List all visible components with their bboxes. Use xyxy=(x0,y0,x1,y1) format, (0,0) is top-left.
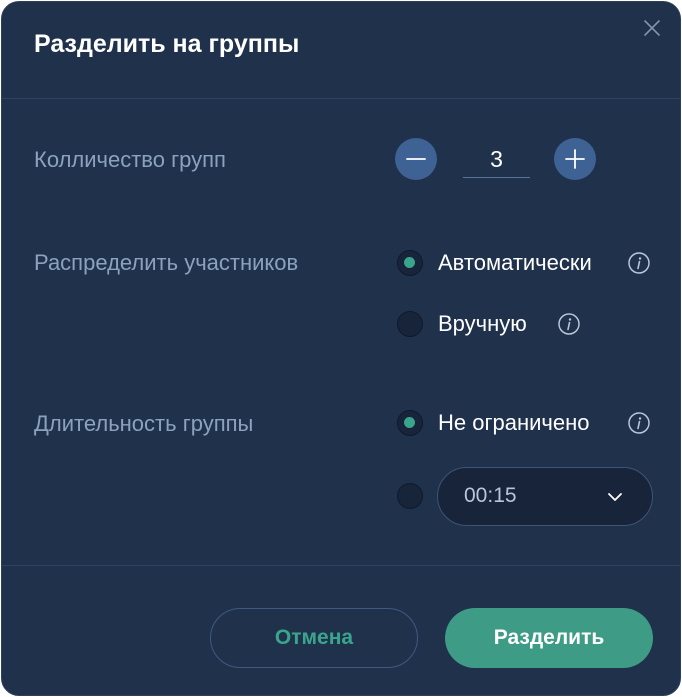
info-icon[interactable] xyxy=(627,251,651,275)
footer-divider xyxy=(2,565,680,566)
decrement-button[interactable] xyxy=(395,138,437,180)
duration-value: 00:15 xyxy=(464,484,517,507)
info-icon[interactable] xyxy=(557,312,581,336)
cancel-button[interactable]: Отмена xyxy=(210,608,418,668)
radio-unlimited[interactable] xyxy=(397,410,423,436)
radio-timed[interactable] xyxy=(397,483,423,509)
plus-icon xyxy=(565,149,585,169)
duration-select[interactable]: 00:15 xyxy=(437,467,653,526)
group-count-input[interactable] xyxy=(463,142,530,178)
info-icon[interactable] xyxy=(627,411,651,435)
chevron-down-icon xyxy=(608,493,622,501)
radio-manual[interactable] xyxy=(397,311,423,337)
option-manual-label[interactable]: Вручную xyxy=(438,311,527,337)
option-unlimited-label[interactable]: Не ограничено xyxy=(438,410,590,436)
radio-auto[interactable] xyxy=(397,250,423,276)
distribute-label: Распределить участников xyxy=(34,250,299,275)
split-groups-dialog: Разделить на группы Колличество групп Ра… xyxy=(1,1,681,696)
split-button[interactable]: Разделить xyxy=(445,608,653,668)
dialog-title: Разделить на группы xyxy=(34,30,300,58)
increment-button[interactable] xyxy=(554,138,596,180)
minus-icon xyxy=(406,158,426,160)
group-count-label: Колличество групп xyxy=(34,147,226,172)
header-divider xyxy=(2,98,680,99)
option-auto-label[interactable]: Автоматически xyxy=(438,250,592,276)
close-icon[interactable] xyxy=(640,16,664,40)
duration-label: Длительность группы xyxy=(34,411,254,436)
